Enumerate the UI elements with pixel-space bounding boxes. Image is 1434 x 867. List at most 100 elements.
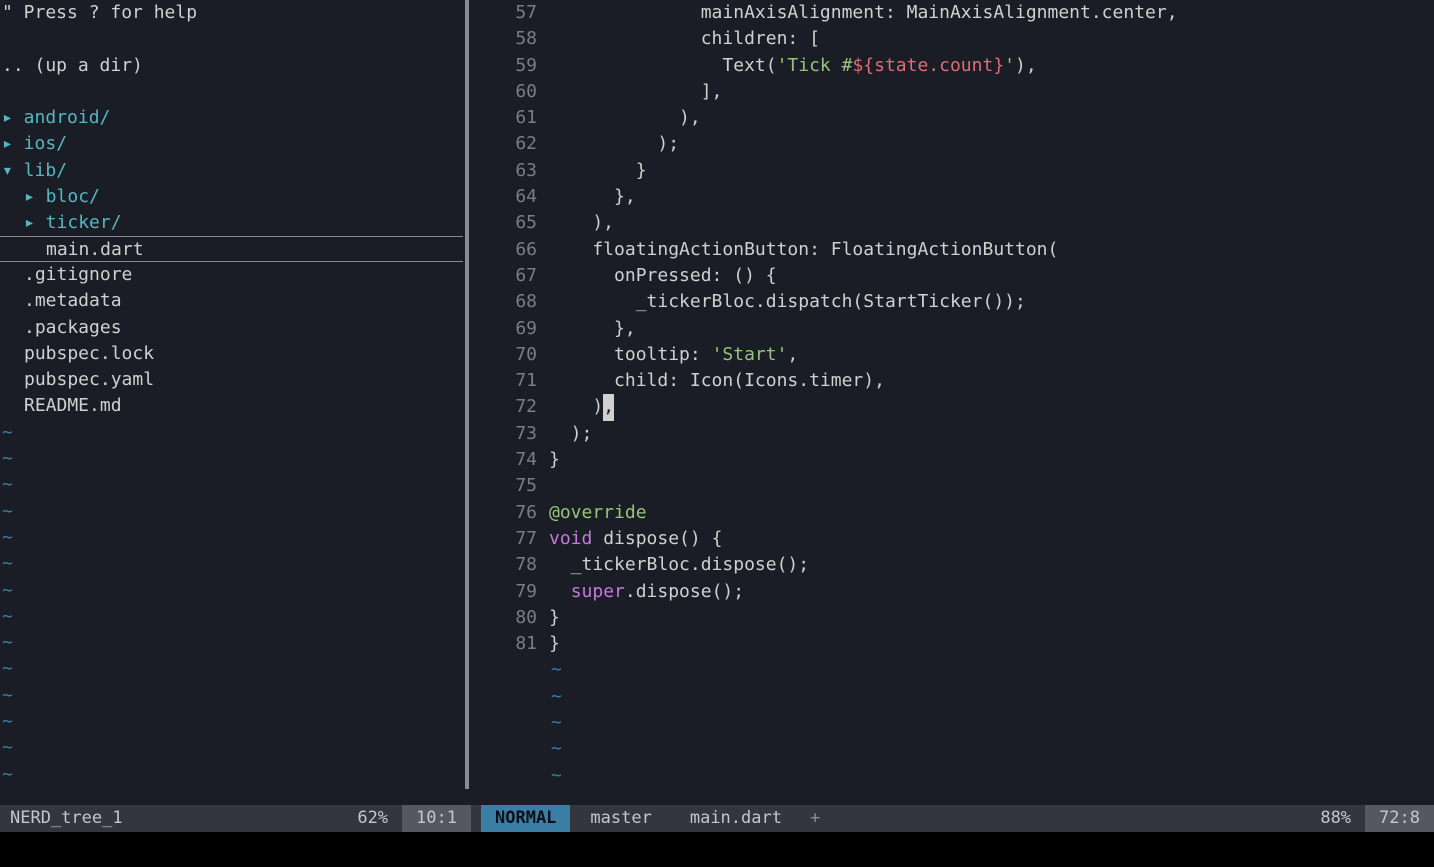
- code-line[interactable]: );: [549, 131, 1434, 157]
- tree-file-.metadata[interactable]: .metadata: [0, 288, 463, 314]
- code-line[interactable]: @override: [549, 500, 1434, 526]
- line-number: 64: [481, 184, 537, 210]
- nerdtree-tilde: ~: [0, 472, 463, 498]
- line-number: 62: [481, 131, 537, 157]
- editor-tilde: ~: [549, 684, 1434, 710]
- line-number: 66: [481, 237, 537, 263]
- nerdtree-pane[interactable]: " Press ? for help .. (up a dir) ▸ androi…: [0, 0, 463, 805]
- command-line[interactable]: [0, 832, 1434, 867]
- nerdtree-tilde: ~: [0, 735, 463, 761]
- line-number-gutter: 5758596061626364656667686970717273747576…: [481, 0, 549, 805]
- nerdtree-tilde: ~: [0, 499, 463, 525]
- line-number: 78: [481, 552, 537, 578]
- statusline-right-pct: 88%: [1306, 805, 1365, 831]
- mode-indicator: NORMAL: [481, 805, 570, 832]
- editor-tilde: ~: [549, 763, 1434, 789]
- tree-dir-bloc[interactable]: ▸ bloc/: [0, 184, 463, 210]
- statusline-left-pct: 62%: [343, 805, 402, 831]
- nerdtree-tilde: ~: [0, 525, 463, 551]
- nerdtree-tilde: ~: [0, 551, 463, 577]
- tree-file-main.dart[interactable]: main.dart: [0, 236, 463, 262]
- code-line[interactable]: ],: [549, 79, 1434, 105]
- code-line[interactable]: ),: [549, 210, 1434, 236]
- code-line[interactable]: child: Icon(Icons.timer),: [549, 368, 1434, 394]
- nerdtree-tilde: ~: [0, 656, 463, 682]
- code-line[interactable]: }: [549, 631, 1434, 657]
- statusline-left-name: NERD_tree_1: [10, 805, 343, 831]
- code-line[interactable]: }: [549, 605, 1434, 631]
- code-line[interactable]: onPressed: () {: [549, 263, 1434, 289]
- line-number: 67: [481, 263, 537, 289]
- code-line[interactable]: super.dispose();: [549, 579, 1434, 605]
- code-line[interactable]: }: [549, 447, 1434, 473]
- code-line[interactable]: floatingActionButton: FloatingActionButt…: [549, 237, 1434, 263]
- tree-file-README.md[interactable]: README.md: [0, 393, 463, 419]
- code-line[interactable]: },: [549, 184, 1434, 210]
- statusline-filename: main.dart: [672, 805, 800, 831]
- line-number: 65: [481, 210, 537, 236]
- line-number: 81: [481, 631, 537, 657]
- statusline-left-pos: 10:1: [402, 805, 471, 832]
- tree-dir-ticker[interactable]: ▸ ticker/: [0, 210, 463, 236]
- line-number: 72: [481, 394, 537, 420]
- code-area[interactable]: mainAxisAlignment: MainAxisAlignment.cen…: [549, 0, 1434, 805]
- statusline-nerdtree: NERD_tree_1 62% 10:1: [0, 805, 481, 832]
- code-line[interactable]: mainAxisAlignment: MainAxisAlignment.cen…: [549, 0, 1434, 26]
- line-number: 73: [481, 421, 537, 447]
- nerdtree-updir[interactable]: .. (up a dir): [0, 53, 463, 79]
- tree-file-.packages[interactable]: .packages: [0, 315, 463, 341]
- code-line[interactable]: void dispose() {: [549, 526, 1434, 552]
- cursor: ,: [603, 394, 614, 420]
- line-number: 69: [481, 316, 537, 342]
- nerdtree-tilde: ~: [0, 709, 463, 735]
- line-number: 76: [481, 500, 537, 526]
- nerdtree-root[interactable]: [0, 79, 463, 105]
- line-number: 57: [481, 0, 537, 26]
- git-branch: master: [570, 805, 671, 831]
- line-number: 61: [481, 105, 537, 131]
- modified-indicator: +: [800, 805, 830, 831]
- line-number: 59: [481, 53, 537, 79]
- tree-file-pubspec.yaml[interactable]: pubspec.yaml: [0, 367, 463, 393]
- code-line[interactable]: );: [549, 421, 1434, 447]
- code-line[interactable]: children: [: [549, 26, 1434, 52]
- nerdtree-tilde: ~: [0, 762, 463, 788]
- code-line[interactable]: ),: [549, 394, 1434, 420]
- nerdtree-tilde: ~: [0, 578, 463, 604]
- statusline-editor: NORMAL master main.dart + 88% 72:8: [481, 805, 1434, 832]
- editor-tilde: ~: [549, 736, 1434, 762]
- line-number: 68: [481, 289, 537, 315]
- vertical-split[interactable]: [463, 0, 481, 805]
- line-number: 79: [481, 579, 537, 605]
- editor-pane[interactable]: 5758596061626364656667686970717273747576…: [481, 0, 1434, 805]
- editor-tilde: ~: [549, 657, 1434, 683]
- nerdtree-tilde: ~: [0, 446, 463, 472]
- nerdtree-tilde: ~: [0, 630, 463, 656]
- statuslines: NERD_tree_1 62% 10:1 NORMAL master main.…: [0, 805, 1434, 832]
- nerdtree-help: " Press ? for help: [0, 0, 463, 26]
- nerdtree-tilde: ~: [0, 604, 463, 630]
- tree-file-pubspec.lock[interactable]: pubspec.lock: [0, 341, 463, 367]
- tree-dir-ios[interactable]: ▸ ios/: [0, 131, 463, 157]
- line-number: 80: [481, 605, 537, 631]
- code-line[interactable]: _tickerBloc.dispatch(StartTicker());: [549, 289, 1434, 315]
- nerdtree-blank: [0, 26, 463, 52]
- code-line[interactable]: ),: [549, 105, 1434, 131]
- workspace: " Press ? for help .. (up a dir) ▸ androi…: [0, 0, 1434, 805]
- tree-dir-lib[interactable]: ▾ lib/: [0, 158, 463, 184]
- code-line[interactable]: }: [549, 158, 1434, 184]
- editor-tilde: ~: [549, 710, 1434, 736]
- code-line[interactable]: Text('Tick #${state.count}'),: [549, 53, 1434, 79]
- statusline-right-pos: 72:8: [1365, 805, 1434, 832]
- tree-file-.gitignore[interactable]: .gitignore: [0, 262, 463, 288]
- tree-dir-android[interactable]: ▸ android/: [0, 105, 463, 131]
- code-line[interactable]: [549, 473, 1434, 499]
- line-number: 74: [481, 447, 537, 473]
- nerdtree-tilde: ~: [0, 420, 463, 446]
- code-line[interactable]: _tickerBloc.dispose();: [549, 552, 1434, 578]
- line-number: 77: [481, 526, 537, 552]
- line-number: 58: [481, 26, 537, 52]
- code-line[interactable]: tooltip: 'Start',: [549, 342, 1434, 368]
- line-number: 71: [481, 368, 537, 394]
- code-line[interactable]: },: [549, 316, 1434, 342]
